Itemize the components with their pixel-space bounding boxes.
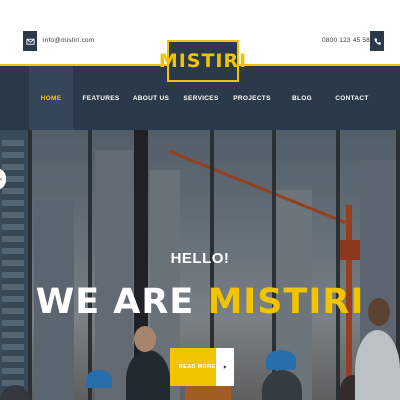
play-arrow-icon [216, 348, 234, 386]
hero-slider: ‹ HELLO! WE ARE MISTIRI READ MORE [0, 130, 400, 400]
hero-headline: WE ARE MISTIRI [0, 282, 400, 322]
email-link[interactable]: info@mistiri.com [43, 37, 94, 44]
read-more-label: READ MORE [179, 364, 216, 370]
read-more-button[interactable]: READ MORE [170, 348, 234, 386]
nav-item-blog[interactable]: BLOG [284, 66, 320, 130]
phone-icon [370, 31, 384, 51]
headline-accent: MISTIRI [207, 282, 365, 322]
nav-item-features[interactable]: FEATURES [78, 66, 124, 130]
nav-item-home[interactable]: HOME [29, 66, 73, 130]
headline-prefix: WE ARE [35, 282, 195, 322]
mail-icon [23, 31, 37, 51]
logo-text: MISTIRI [158, 50, 248, 72]
nav-item-contact[interactable]: CONTACT [328, 66, 376, 130]
hero-greeting: HELLO! [170, 250, 230, 267]
site-logo[interactable]: MISTIRI [159, 40, 246, 82]
